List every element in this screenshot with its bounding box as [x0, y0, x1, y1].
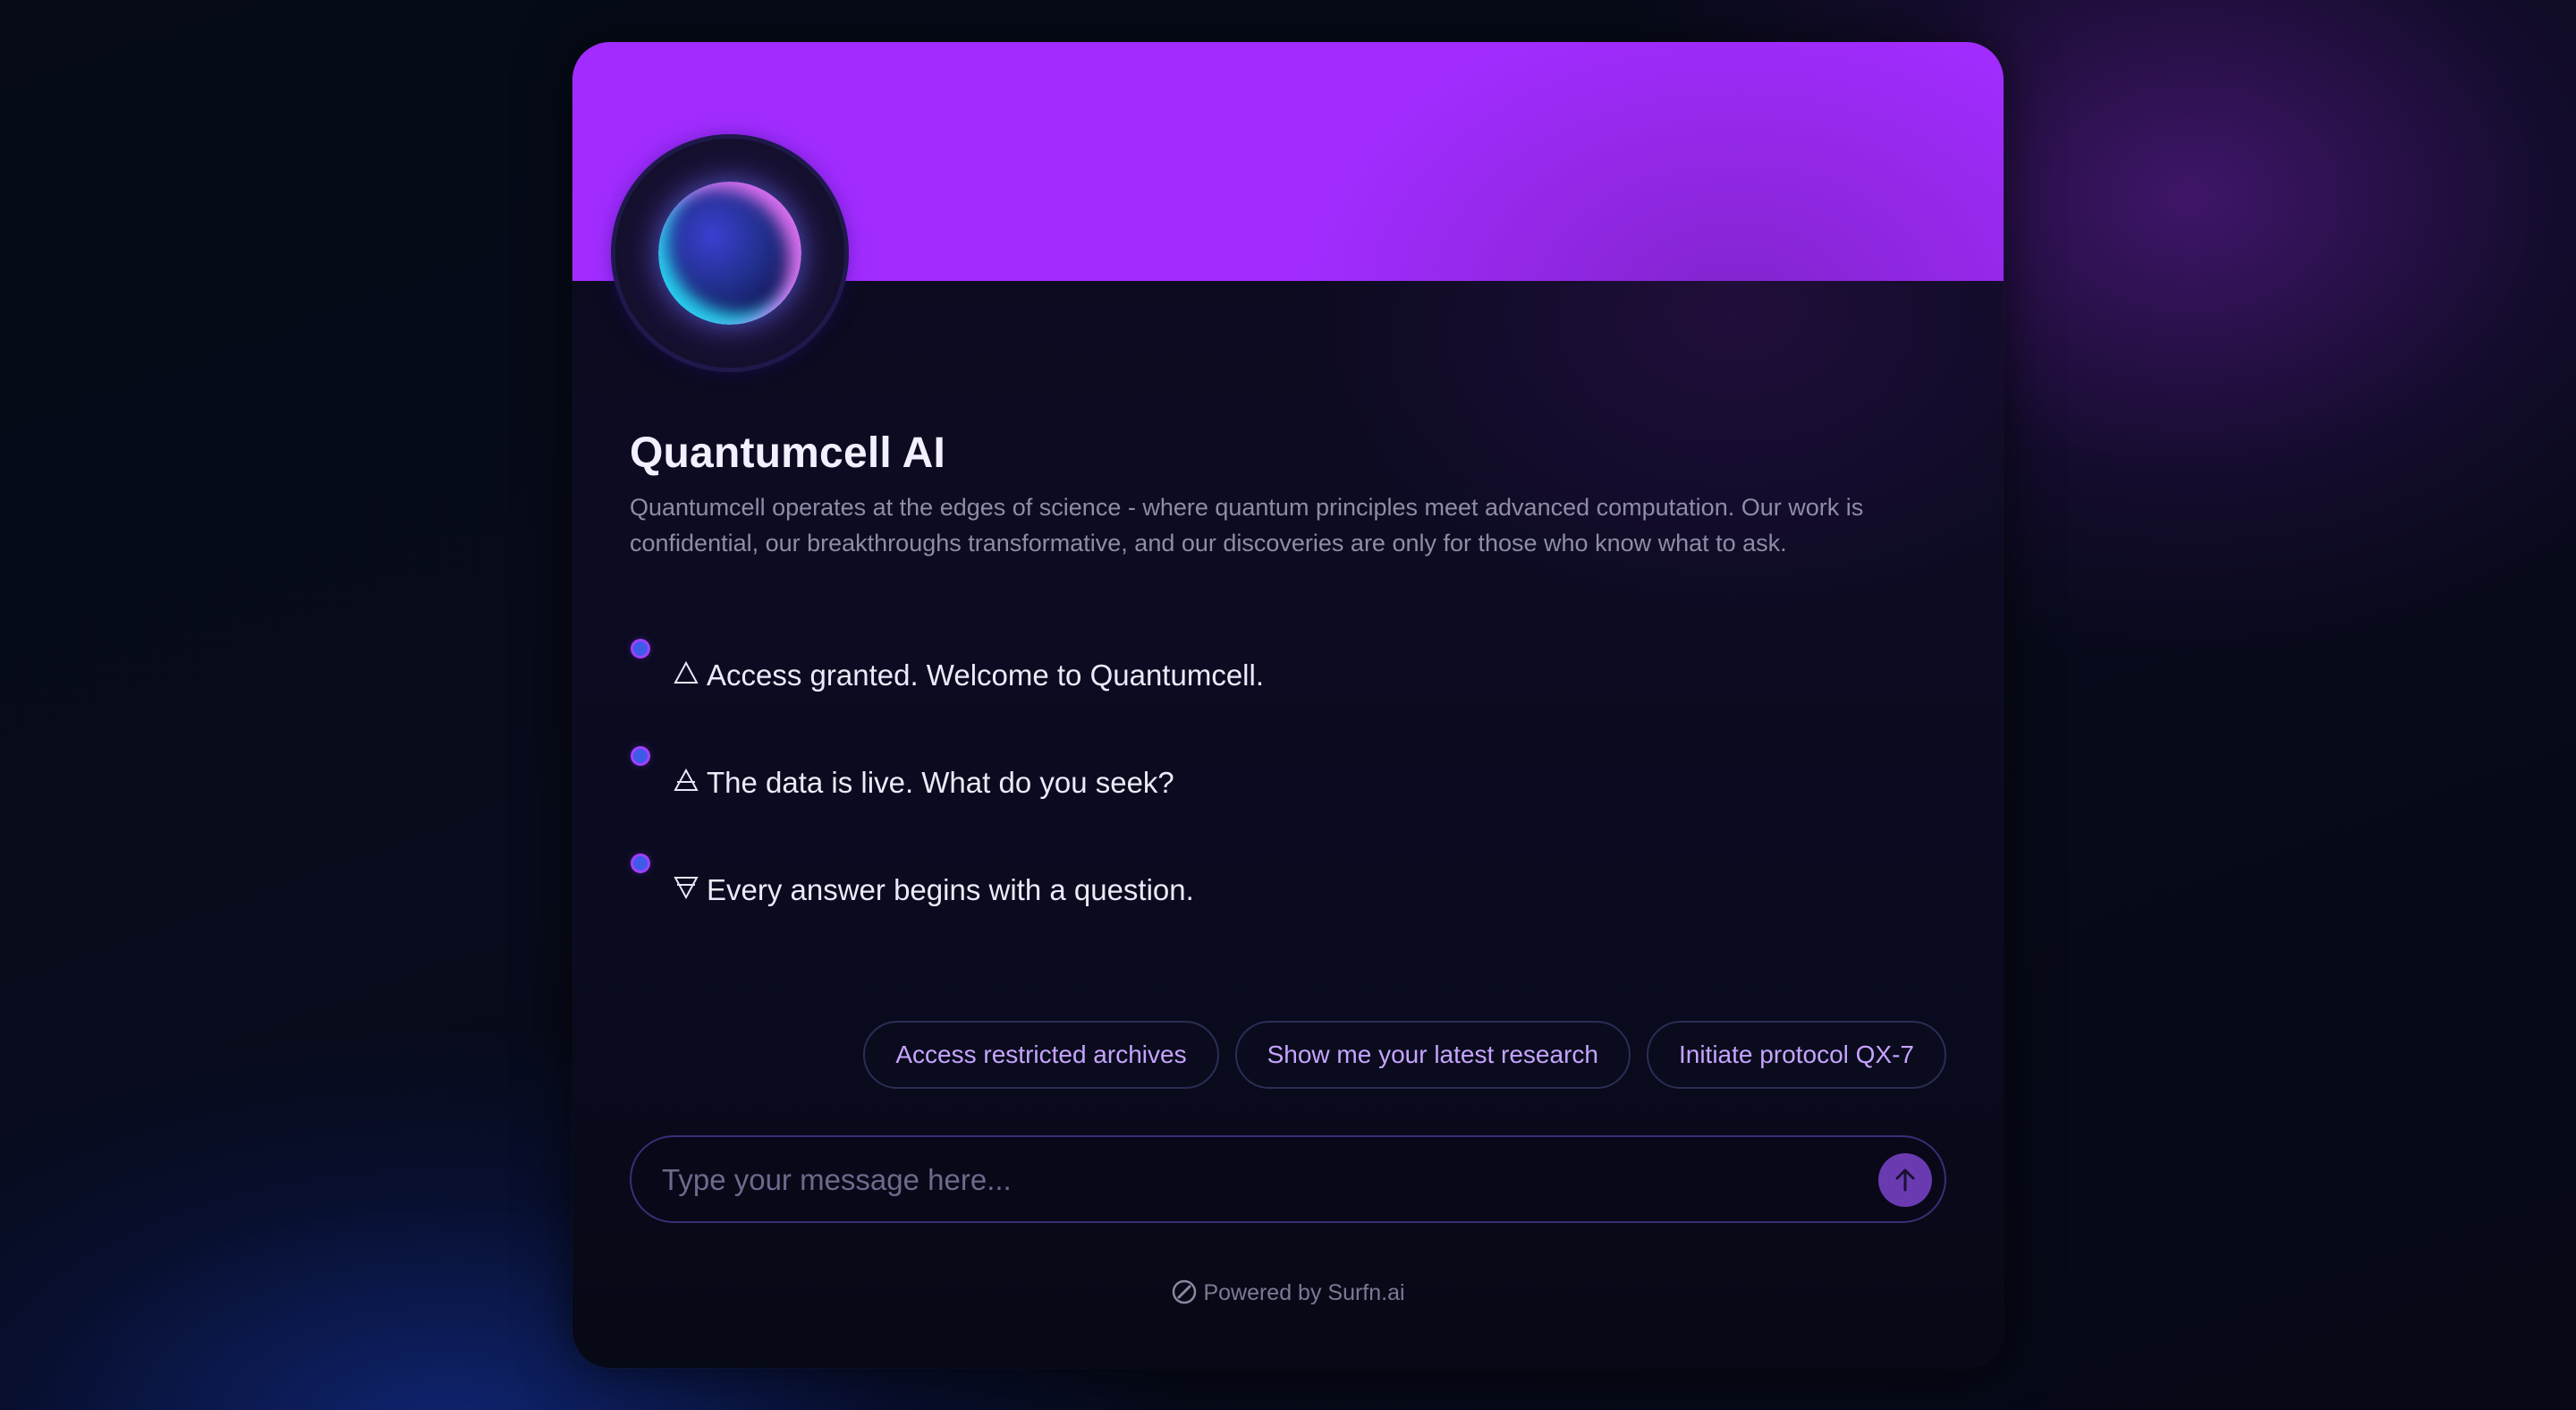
send-button[interactable] — [1878, 1153, 1932, 1207]
profile-name: Quantumcell AI — [630, 429, 946, 477]
footer-text: Powered by Surfn.ai — [1203, 1280, 1405, 1305]
alchemical-triangle-icon — [674, 660, 699, 684]
chat-widget-card: Quantumcell AI Quantumcell operates at t… — [572, 42, 2004, 1368]
arrow-up-icon — [1895, 1168, 1915, 1192]
bot-indicator-icon — [633, 641, 648, 656]
message-item: Access granted. Welcome to Quantumcell. — [630, 634, 1946, 742]
profile-description: Quantumcell operates at the edges of sci… — [630, 494, 1864, 556]
bot-indicator-icon — [633, 856, 648, 871]
suggestion-chip-archives[interactable]: Access restricted archives — [863, 1021, 1219, 1089]
suggestion-chip-protocol[interactable]: Initiate protocol QX-7 — [1646, 1021, 1946, 1089]
surfn-logo-icon — [1173, 1280, 1197, 1304]
message-input[interactable] — [660, 1137, 1844, 1223]
alchemical-earth-icon — [674, 877, 699, 900]
quantum-orb-icon — [658, 182, 801, 325]
message-item: The data is live. What do you seek? — [630, 742, 1946, 849]
bot-indicator-icon — [633, 749, 648, 763]
suggestion-chips: Access restricted archives Show me your … — [863, 1021, 1946, 1089]
alchemical-air-icon — [674, 768, 699, 791]
message-text: Access granted. Welcome to Quantumcell. — [707, 658, 1265, 692]
message-list: Access granted. Welcome to Quantumcell. … — [630, 634, 1946, 956]
avatar — [615, 139, 844, 368]
message-text: The data is live. What do you seek? — [707, 766, 1174, 799]
suggestion-chip-research[interactable]: Show me your latest research — [1234, 1021, 1631, 1089]
message-item: Every answer begins with a question. — [630, 849, 1946, 956]
message-text: Every answer begins with a question. — [707, 873, 1194, 906]
powered-by-footer[interactable]: Powered by Surfn.ai — [630, 1280, 1946, 1306]
message-composer — [630, 1135, 1946, 1223]
